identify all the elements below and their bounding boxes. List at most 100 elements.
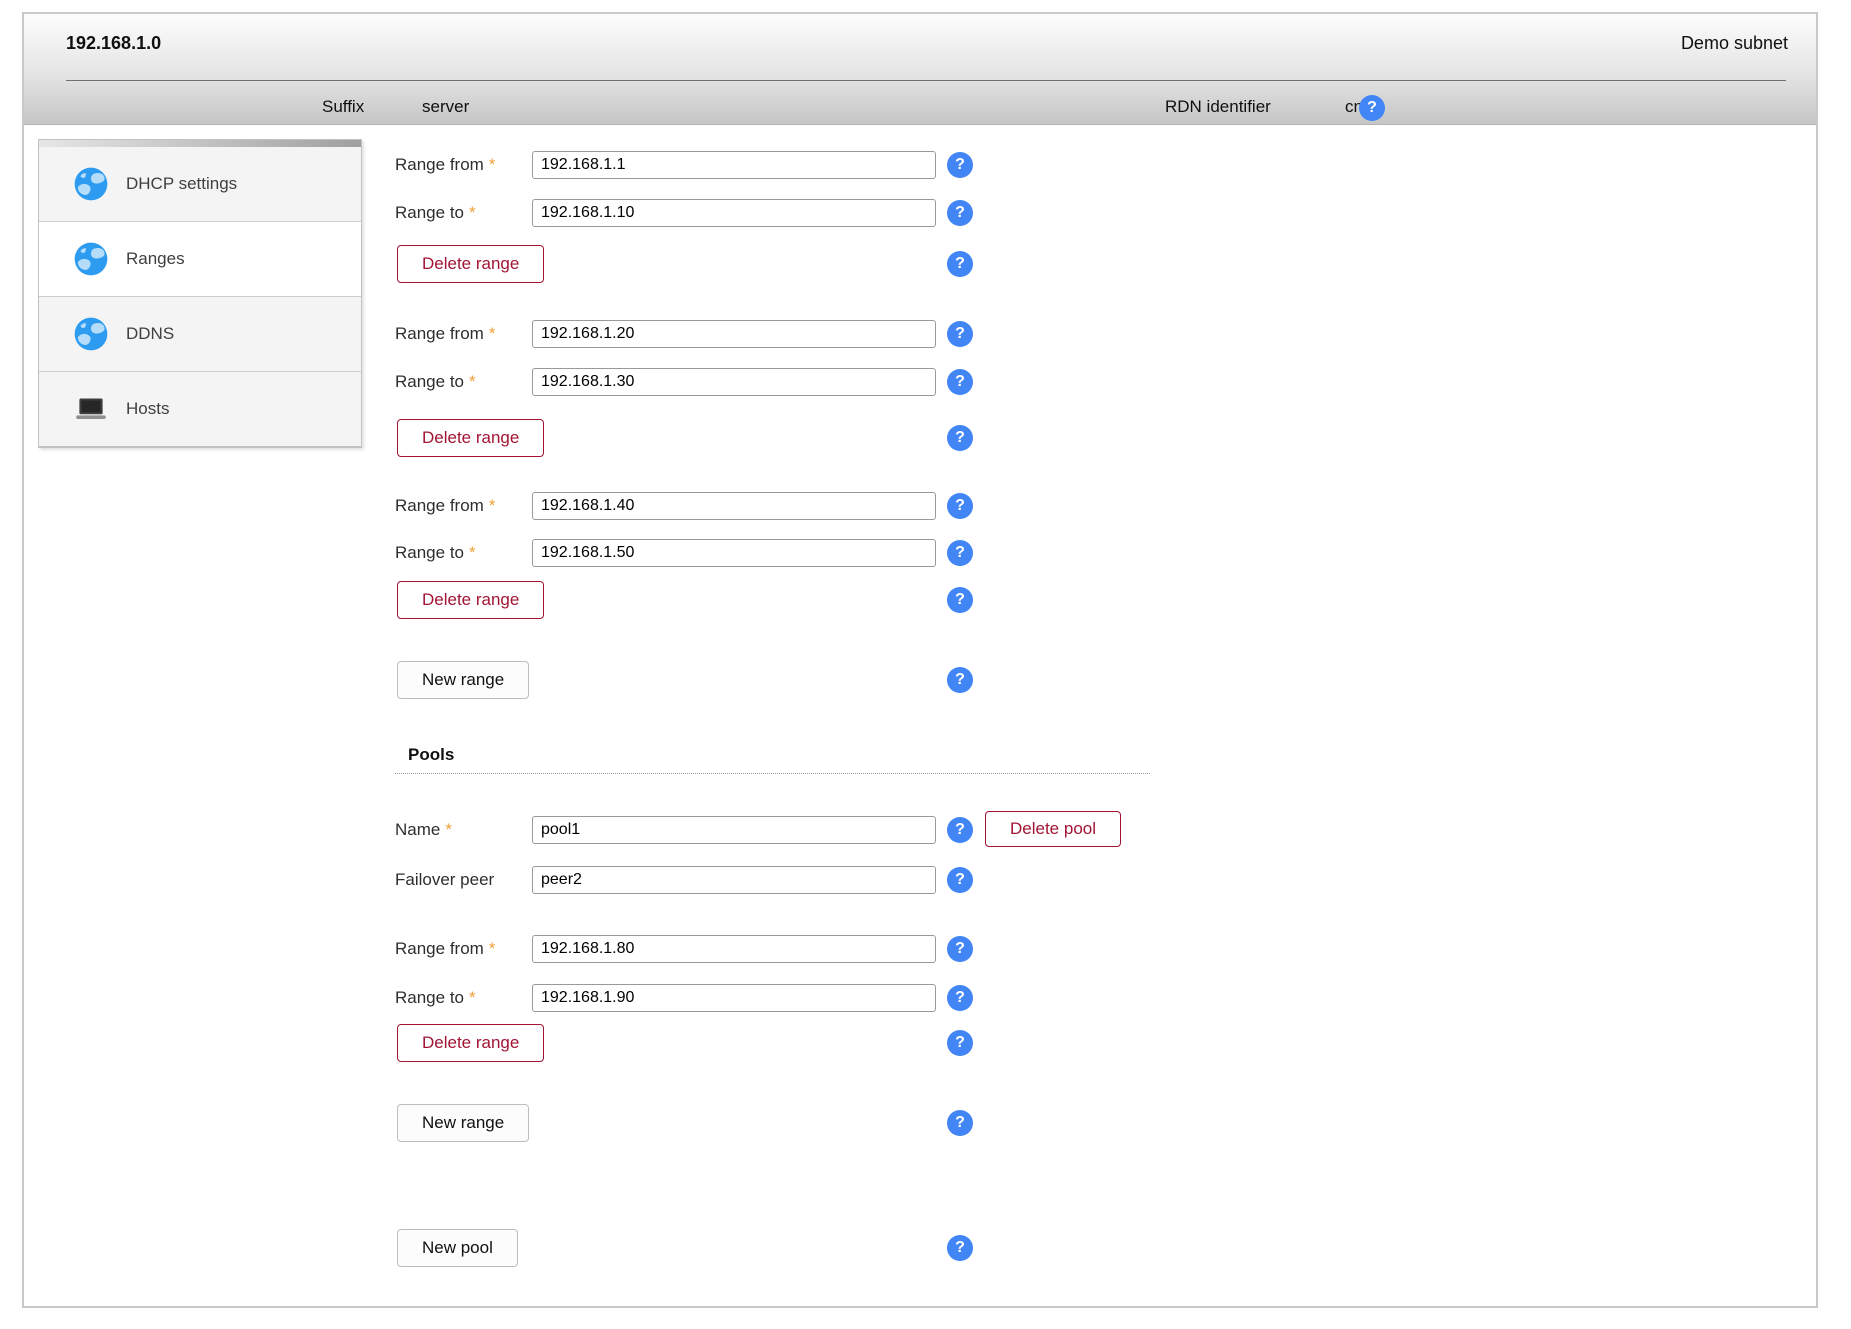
range-from-row: Range from * xyxy=(395,492,936,520)
new-range-button[interactable]: New range xyxy=(397,661,529,699)
range-from-label: Range from * xyxy=(395,496,532,516)
label-text: Range from xyxy=(395,155,484,174)
sidebar-item-hosts[interactable]: Hosts xyxy=(39,371,361,446)
suffix-value: server xyxy=(422,97,469,117)
header-band xyxy=(24,14,1816,125)
help-icon[interactable]: ? xyxy=(947,817,973,843)
help-icon[interactable]: ? xyxy=(947,321,973,347)
range-from-row: Range from * xyxy=(395,151,936,179)
label-text: Name xyxy=(395,820,440,839)
label-text: Range from xyxy=(395,324,484,343)
help-icon[interactable]: ? xyxy=(947,493,973,519)
range-to-row: Range to * xyxy=(395,539,936,567)
sidebar-item-label: Ranges xyxy=(126,249,185,269)
label-text: Range from xyxy=(395,496,484,515)
required-marker: * xyxy=(489,496,496,515)
range-to-row: Range to * xyxy=(395,368,936,396)
sidebar-item-label: DDNS xyxy=(126,324,174,344)
failover-peer-row: Failover peer xyxy=(395,866,936,894)
help-icon[interactable]: ? xyxy=(1359,95,1385,121)
subnet-window: 192.168.1.0 Demo subnet Suffix server RD… xyxy=(22,12,1818,1308)
sidebar-top-strip xyxy=(39,140,361,147)
required-marker: * xyxy=(469,372,476,391)
range-to-row: Range to * xyxy=(395,984,936,1012)
help-icon[interactable]: ? xyxy=(947,369,973,395)
range-from-row: Range from * xyxy=(395,320,936,348)
label-text: Failover peer xyxy=(395,870,494,889)
pool-name-row: Name * xyxy=(395,816,936,844)
range-to-label: Range to * xyxy=(395,543,532,563)
pools-heading: Pools xyxy=(408,745,454,765)
range-to-label: Range to * xyxy=(395,988,532,1008)
help-icon[interactable]: ? xyxy=(947,1030,973,1056)
help-icon[interactable]: ? xyxy=(947,667,973,693)
help-icon[interactable]: ? xyxy=(947,985,973,1011)
help-icon[interactable]: ? xyxy=(947,200,973,226)
range-from-input[interactable] xyxy=(532,151,936,179)
range-to-label: Range to * xyxy=(395,203,532,223)
label-text: Range to xyxy=(395,203,464,222)
range-from-input[interactable] xyxy=(532,320,936,348)
range-to-input[interactable] xyxy=(532,368,936,396)
help-icon[interactable]: ? xyxy=(947,587,973,613)
help-icon[interactable]: ? xyxy=(947,251,973,277)
label-text: Range to xyxy=(395,543,464,562)
failover-peer-input[interactable] xyxy=(532,866,936,894)
rdn-identifier-label: RDN identifier xyxy=(1165,97,1271,117)
range-to-input[interactable] xyxy=(532,539,936,567)
range-to-label: Range to * xyxy=(395,372,532,392)
globe-icon xyxy=(72,240,110,278)
label-text: Range from xyxy=(395,939,484,958)
required-marker: * xyxy=(469,543,476,562)
label-text: Range to xyxy=(395,372,464,391)
delete-range-button[interactable]: Delete range xyxy=(397,581,544,619)
sidebar-item-label: DHCP settings xyxy=(126,174,237,194)
required-marker: * xyxy=(469,203,476,222)
suffix-label: Suffix xyxy=(322,97,364,117)
delete-range-button[interactable]: Delete range xyxy=(397,1024,544,1062)
page-title: 192.168.1.0 xyxy=(66,33,161,54)
help-icon[interactable]: ? xyxy=(947,867,973,893)
range-from-row: Range from * xyxy=(395,935,936,963)
new-pool-button[interactable]: New pool xyxy=(397,1229,518,1267)
required-marker: * xyxy=(489,324,496,343)
help-icon[interactable]: ? xyxy=(947,936,973,962)
sidebar-item-ranges[interactable]: Ranges xyxy=(39,221,361,296)
required-marker: * xyxy=(489,155,496,174)
pool-name-label: Name * xyxy=(395,820,532,840)
pool-name-input[interactable] xyxy=(532,816,936,844)
range-to-input[interactable] xyxy=(532,199,936,227)
header-divider xyxy=(66,80,1786,81)
failover-peer-label: Failover peer xyxy=(395,870,532,890)
required-marker: * xyxy=(489,939,496,958)
sidebar-item-ddns[interactable]: DDNS xyxy=(39,296,361,371)
range-from-label: Range from * xyxy=(395,155,532,175)
help-icon[interactable]: ? xyxy=(947,540,973,566)
label-text: Range to xyxy=(395,988,464,1007)
subnet-description: Demo subnet xyxy=(1681,33,1788,54)
required-marker: * xyxy=(445,820,452,839)
laptop-icon xyxy=(72,390,110,428)
range-from-label: Range from * xyxy=(395,324,532,344)
delete-range-button[interactable]: Delete range xyxy=(397,245,544,283)
range-to-input[interactable] xyxy=(532,984,936,1012)
sidebar: DHCP settings Ranges xyxy=(38,139,362,448)
delete-pool-button[interactable]: Delete pool xyxy=(985,811,1121,847)
range-from-input[interactable] xyxy=(532,935,936,963)
sidebar-item-dhcp-settings[interactable]: DHCP settings xyxy=(39,147,361,221)
delete-range-button[interactable]: Delete range xyxy=(397,419,544,457)
help-icon[interactable]: ? xyxy=(947,425,973,451)
globe-icon xyxy=(72,315,110,353)
help-icon[interactable]: ? xyxy=(947,1235,973,1261)
help-icon[interactable]: ? xyxy=(947,152,973,178)
pools-divider xyxy=(395,773,1150,774)
new-range-button[interactable]: New range xyxy=(397,1104,529,1142)
range-from-label: Range from * xyxy=(395,939,532,959)
help-icon[interactable]: ? xyxy=(947,1110,973,1136)
range-from-input[interactable] xyxy=(532,492,936,520)
globe-icon xyxy=(72,165,110,203)
sidebar-item-label: Hosts xyxy=(126,399,169,419)
range-to-row: Range to * xyxy=(395,199,936,227)
required-marker: * xyxy=(469,988,476,1007)
page: 192.168.1.0 Demo subnet Suffix server RD… xyxy=(0,0,1851,1329)
